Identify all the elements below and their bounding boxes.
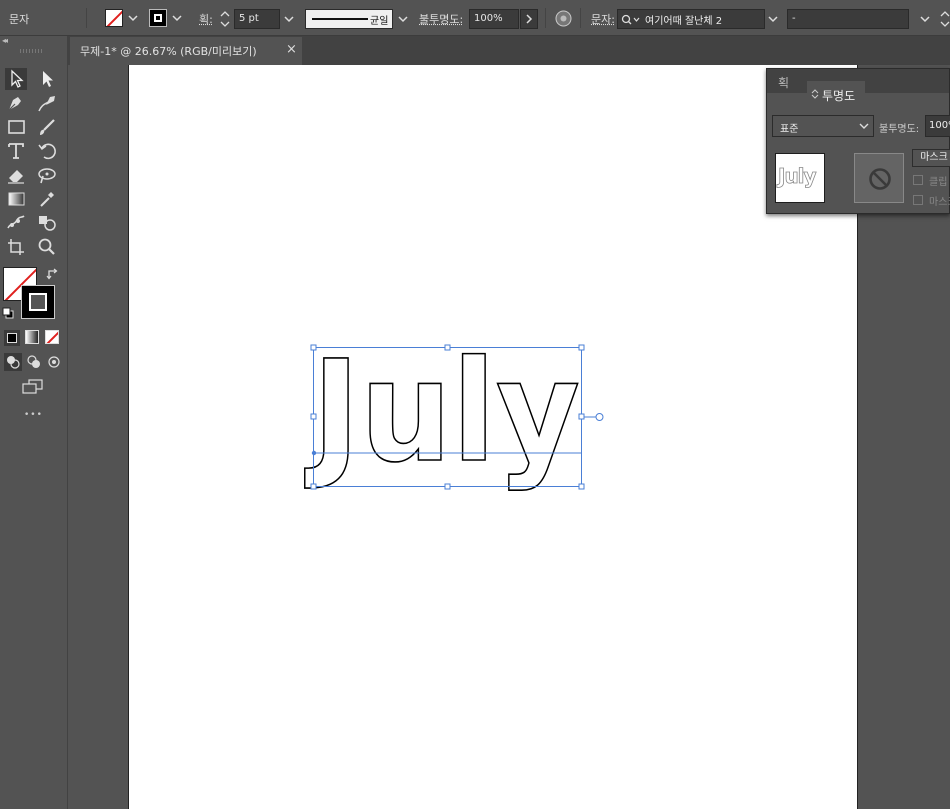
none-mode-icon[interactable] xyxy=(45,330,59,344)
resize-handle[interactable] xyxy=(310,483,317,490)
selected-text-object[interactable]: July xyxy=(300,340,620,500)
swap-fill-stroke-icon[interactable] xyxy=(46,267,60,281)
fill-swatch[interactable] xyxy=(105,9,123,27)
chevron-down-icon[interactable] xyxy=(281,9,297,29)
zoom-tool-icon[interactable] xyxy=(36,236,58,258)
font-family-field[interactable]: 여기어때 잘난체 2 xyxy=(617,9,765,29)
pen-tool-icon[interactable] xyxy=(5,92,27,114)
clip-label: 클립 xyxy=(929,177,948,188)
profile-label: 균일 xyxy=(370,16,389,27)
resize-handle[interactable] xyxy=(310,413,317,420)
mask-thumbnail[interactable] xyxy=(854,153,904,203)
chevron-down-icon[interactable] xyxy=(169,8,185,28)
draw-inside-icon[interactable] xyxy=(45,353,63,371)
make-mask-button[interactable]: 마스크 xyxy=(912,149,950,167)
search-icon xyxy=(621,14,640,25)
invert-mask-checkbox[interactable] xyxy=(913,195,923,205)
type-tool-icon[interactable] xyxy=(5,140,27,162)
opacity-field[interactable]: 100% xyxy=(469,9,519,29)
chevron-right-icon[interactable] xyxy=(520,9,538,29)
no-mask-icon xyxy=(869,168,891,190)
stroke-label: 획: xyxy=(199,13,213,26)
more-tools-icon[interactable]: ••• xyxy=(24,410,43,420)
direct-selection-tool-icon[interactable] xyxy=(36,68,58,90)
warp-tool-icon[interactable] xyxy=(36,164,58,186)
character-label: 문자: xyxy=(591,13,615,26)
tab-stroke[interactable]: 획 xyxy=(778,74,789,91)
screen-mode-icon[interactable] xyxy=(21,378,45,396)
rotate-tool-icon[interactable] xyxy=(36,140,58,162)
stroke-swatch[interactable] xyxy=(149,9,167,27)
font-family-value: 여기어때 잘난체 2 xyxy=(645,16,723,27)
chevron-down-icon[interactable] xyxy=(765,9,781,29)
baseline-anchor[interactable] xyxy=(311,450,317,456)
stroke-weight-field[interactable]: 5 pt xyxy=(234,9,280,29)
recolor-artwork-icon[interactable] xyxy=(555,10,572,27)
blend-mode-value: 표준 xyxy=(780,124,799,135)
panel-opacity-label: 불투명도: xyxy=(879,124,920,135)
default-colors-icon[interactable] xyxy=(2,307,14,319)
resize-handle[interactable] xyxy=(310,344,317,351)
font-size-stepper-icon[interactable] xyxy=(940,9,950,29)
selection-tool-icon[interactable] xyxy=(5,68,27,90)
tab-options-stepper-icon[interactable] xyxy=(811,88,819,100)
resize-handle[interactable] xyxy=(578,344,585,351)
draw-behind-icon[interactable] xyxy=(25,353,43,371)
tab-transparency-label: 투명도 xyxy=(822,89,856,103)
panel-opacity-field[interactable]: 100% xyxy=(925,115,950,137)
eyedropper-tool-icon[interactable] xyxy=(36,188,58,210)
transparency-panel: 획 투명도 표준 불투명도: 100% July 마스크 클립 마스크 xyxy=(766,68,950,214)
puppet-warp-tool-icon[interactable] xyxy=(5,212,27,234)
color-mode-icon[interactable] xyxy=(4,330,20,346)
font-style-field[interactable]: - xyxy=(787,9,909,29)
control-bar: 문자 획: 5 pt 균일 불투명도: 100% 문자: 여기어때 잘난체 2 … xyxy=(0,0,950,36)
artboard-text[interactable]: July xyxy=(304,340,581,495)
object-thumbnail: July xyxy=(775,153,825,203)
draw-normal-icon[interactable] xyxy=(4,353,22,371)
curvature-tool-icon[interactable] xyxy=(36,92,58,114)
eraser-tool-icon[interactable] xyxy=(5,164,27,186)
resize-handle[interactable] xyxy=(444,483,451,490)
clip-checkbox[interactable] xyxy=(913,175,923,185)
resize-handle[interactable] xyxy=(444,344,451,351)
collapse-panel-icon[interactable]: ◂◂ xyxy=(2,36,8,45)
document-tab-title: 무제-1* @ 26.67% (RGB/미리보기) xyxy=(80,45,257,58)
paintbrush-tool-icon[interactable] xyxy=(36,116,58,138)
shape-builder-tool-icon[interactable] xyxy=(36,212,58,234)
close-tab-icon[interactable]: × xyxy=(286,42,297,57)
artboard-tool-icon[interactable] xyxy=(5,236,27,258)
resize-handle[interactable] xyxy=(578,483,585,490)
chevron-down-icon[interactable] xyxy=(395,9,411,29)
chevron-down-icon[interactable] xyxy=(125,8,141,28)
separator xyxy=(545,8,546,28)
stroke-stepper-icon[interactable] xyxy=(217,9,233,29)
chevron-down-icon[interactable] xyxy=(917,9,933,29)
gradient-mode-icon[interactable] xyxy=(25,330,39,344)
none-slash-icon xyxy=(106,10,122,26)
separator xyxy=(580,8,581,28)
opacity-label: 불투명도: xyxy=(419,13,464,26)
type-thread-port[interactable] xyxy=(595,413,604,421)
rectangle-tool-icon[interactable] xyxy=(5,116,27,138)
blend-mode-dropdown[interactable]: 표준 xyxy=(772,115,874,137)
thumbnail-text: July xyxy=(778,164,817,189)
mode-label: 문자 xyxy=(9,13,30,26)
resize-handle[interactable] xyxy=(578,413,585,420)
chevron-down-icon xyxy=(859,123,869,129)
document-tab[interactable]: 무제-1* @ 26.67% (RGB/미리보기) × xyxy=(70,37,302,65)
panel-grip[interactable] xyxy=(20,49,44,53)
tools-panel: ◂◂ ••• xyxy=(0,36,68,809)
stroke-color-swatch[interactable] xyxy=(21,285,55,319)
invert-mask-label: 마스크 xyxy=(929,197,950,208)
stroke-profile-dropdown[interactable]: 균일 xyxy=(305,9,393,29)
separator xyxy=(86,8,87,28)
gradient-tool-icon[interactable] xyxy=(5,188,27,210)
